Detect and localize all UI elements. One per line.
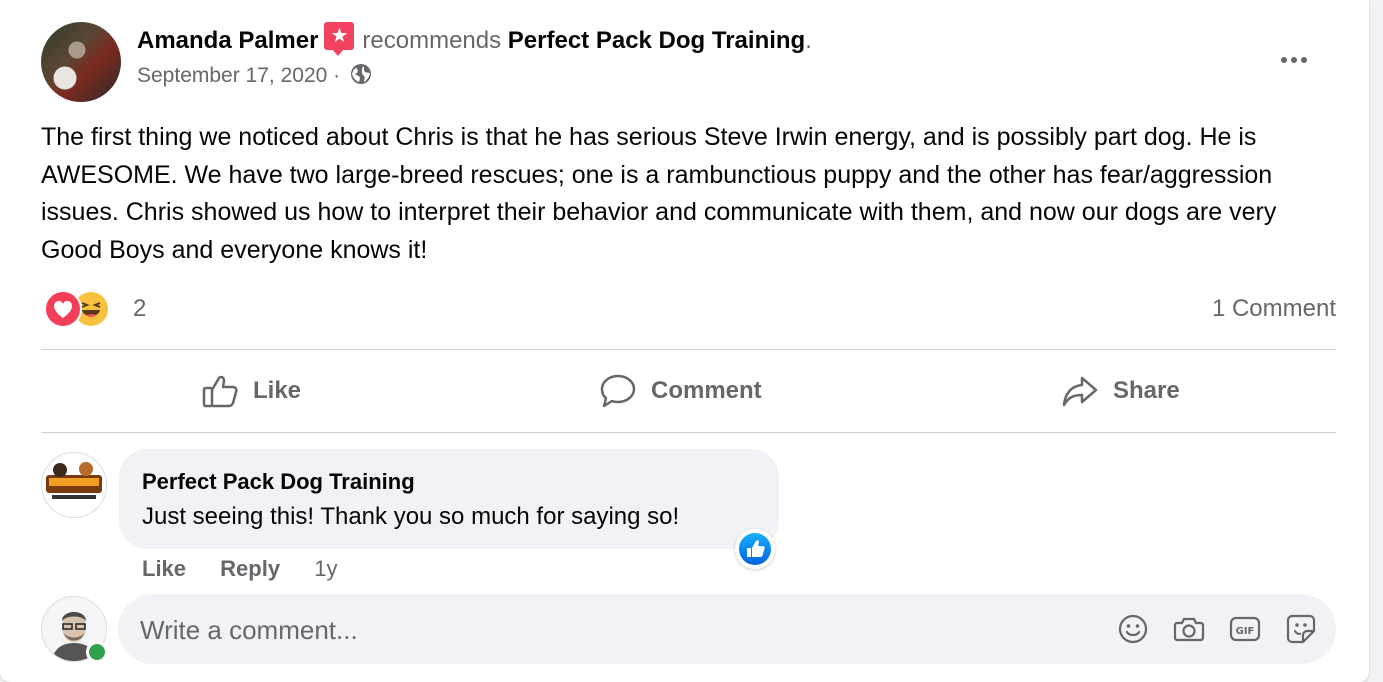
reaction-count: 2 (133, 295, 147, 322)
post-card: Amanda Palmer ★ recommends Perfect Pack Do… (0, 0, 1369, 682)
share-arrow-icon (1062, 376, 1098, 407)
globe-icon[interactable] (350, 63, 372, 85)
gif-icon[interactable]: GIF (1228, 612, 1262, 646)
divider (41, 432, 1336, 433)
comment-like-link[interactable]: Like (142, 556, 186, 581)
share-button[interactable]: Share (1061, 370, 1180, 412)
comment-button-label: Comment (651, 377, 762, 404)
page-avatar[interactable] (41, 452, 107, 518)
comment-author[interactable]: Perfect Pack Dog Training (142, 469, 415, 495)
emoji-icon[interactable] (1116, 612, 1150, 646)
svg-text:GIF: GIF (1236, 626, 1255, 637)
love-reaction-icon (44, 290, 82, 328)
author-avatar[interactable] (41, 22, 121, 102)
comment-composer[interactable]: Write a comment... GIF (118, 594, 1336, 664)
author-name[interactable]: Amanda Palmer (137, 27, 318, 54)
sticker-icon[interactable] (1284, 612, 1318, 646)
post-body: The first thing we noticed about Chris i… (41, 123, 1277, 264)
post-header: Amanda Palmer ★ recommends Perfect Pack Do… (137, 21, 812, 56)
recommends-label: recommends (362, 27, 502, 54)
post-date[interactable]: September 17, 2020 (137, 64, 327, 87)
more-options-icon[interactable] (1281, 50, 1321, 68)
comment-text: Just seeing this! Thank you so much for … (142, 503, 680, 530)
share-button-label: Share (1113, 377, 1180, 404)
post-meta: September 17, 2020 · (137, 64, 372, 88)
thumbs-up-icon (202, 375, 238, 408)
comment-input-placeholder[interactable]: Write a comment... (140, 615, 358, 646)
online-status-indicator (86, 641, 108, 663)
comment-like-reaction-icon[interactable] (735, 529, 775, 569)
camera-icon[interactable] (1172, 612, 1206, 646)
comment-button[interactable]: Comment (599, 370, 762, 412)
header-period: . (805, 27, 812, 54)
comment-bubble-icon (600, 374, 636, 408)
comment-count-link[interactable]: 1 Comment (1212, 295, 1336, 323)
like-button-label: Like (253, 377, 302, 404)
composer-tools: GIF (1094, 612, 1318, 646)
meta-separator: · (333, 64, 341, 87)
comment-timestamp[interactable]: 1y (314, 556, 337, 581)
like-button[interactable]: Like (201, 370, 301, 412)
page-name-link[interactable]: Perfect Pack Dog Training (508, 27, 805, 54)
recommendation-star-icon: ★ (324, 21, 355, 56)
comment-bubble: Perfect Pack Dog Training Just seeing th… (119, 449, 779, 549)
divider (41, 349, 1336, 350)
comment-actions: Like Reply 1y (142, 556, 337, 582)
comment-reply-link[interactable]: Reply (220, 556, 280, 581)
